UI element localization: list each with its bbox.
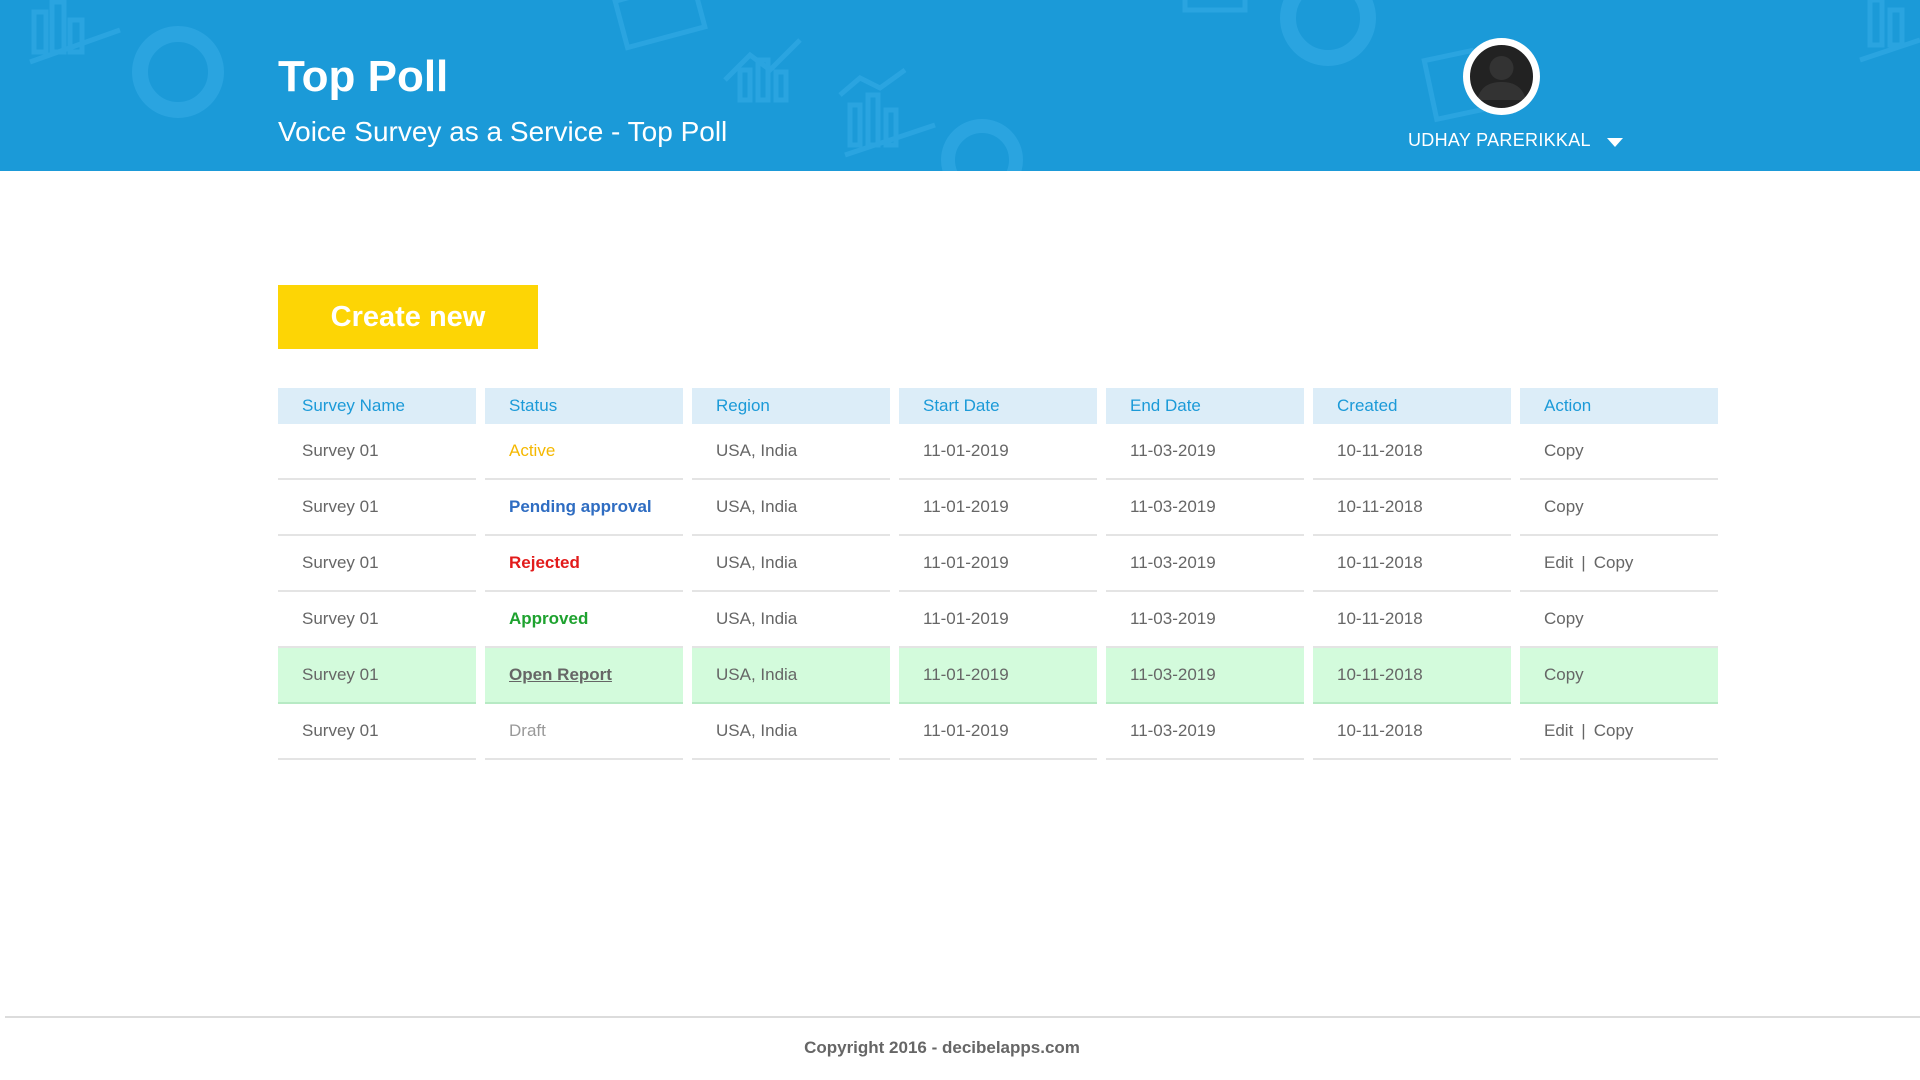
copy-link[interactable]: Copy [1594, 553, 1634, 572]
status-badge: Pending approval [509, 497, 652, 516]
end-date-cell: 11-03-2019 [1106, 648, 1304, 704]
column-header-region: Region [692, 388, 890, 424]
created-date-cell: 10-11-2018 [1313, 536, 1511, 592]
copy-link[interactable]: Copy [1594, 721, 1634, 740]
region-cell: USA, India [692, 536, 890, 592]
status-cell: Open Report [485, 648, 683, 704]
column-header-action: Action [1520, 388, 1718, 424]
action-cell: Copy [1520, 648, 1718, 704]
table-row: Survey 01 Active USA, India 11-01-2019 1… [278, 424, 1718, 480]
start-date-cell: 11-01-2019 [899, 536, 1097, 592]
table-row: Survey 01 Approved USA, India 11-01-2019… [278, 592, 1718, 648]
table-row: Survey 01 Draft USA, India 11-01-2019 11… [278, 704, 1718, 760]
status-badge: Approved [509, 609, 589, 628]
table-row-highlighted: Survey 01 Open Report USA, India 11-01-2… [278, 648, 1718, 704]
action-cell: Edit | Copy [1520, 536, 1718, 592]
survey-table: Survey Name Status Region Start Date End… [278, 388, 1718, 760]
table-row: Survey 01 Rejected USA, India 11-01-2019… [278, 536, 1718, 592]
app-header: Top Poll Voice Survey as a Service - Top… [0, 0, 1920, 171]
column-header-end-date: End Date [1106, 388, 1304, 424]
end-date-cell: 11-03-2019 [1106, 592, 1304, 648]
user-silhouette-icon [1467, 42, 1536, 111]
region-cell: USA, India [692, 704, 890, 760]
action-cell: Copy [1520, 424, 1718, 480]
region-cell: USA, India [692, 648, 890, 704]
app-title: Top Poll [278, 52, 449, 101]
status-badge: Active [509, 441, 556, 460]
avatar[interactable] [1463, 38, 1540, 115]
copy-link[interactable]: Copy [1544, 441, 1584, 460]
table-header: Survey Name Status Region Start Date End… [278, 388, 1718, 424]
survey-name-cell: Survey 01 [278, 480, 476, 536]
status-cell: Approved [485, 592, 683, 648]
action-cell: Copy [1520, 480, 1718, 536]
column-header-created: Created [1313, 388, 1511, 424]
column-header-start-date: Start Date [899, 388, 1097, 424]
end-date-cell: 11-03-2019 [1106, 704, 1304, 760]
edit-link[interactable]: Edit [1544, 721, 1573, 740]
end-date-cell: 11-03-2019 [1106, 480, 1304, 536]
end-date-cell: 11-03-2019 [1106, 424, 1304, 480]
user-name[interactable]: UDHAY PARERIKKAL [1408, 130, 1591, 151]
start-date-cell: 11-01-2019 [899, 480, 1097, 536]
copy-link[interactable]: Copy [1544, 665, 1584, 684]
action-separator: | [1581, 553, 1586, 572]
table-row: Survey 01 Pending approval USA, India 11… [278, 480, 1718, 536]
app-subtitle: Voice Survey as a Service - Top Poll [278, 116, 728, 147]
footer-copyright[interactable]: Copyright 2016 - decibelapps.com [0, 1038, 1884, 1058]
open-report-link[interactable]: Open Report [509, 665, 612, 684]
table-body: Survey 01 Active USA, India 11-01-2019 1… [278, 424, 1718, 760]
created-date-cell: 10-11-2018 [1313, 424, 1511, 480]
created-date-cell: 10-11-2018 [1313, 704, 1511, 760]
column-header-status: Status [485, 388, 683, 424]
create-new-button[interactable]: Create new [278, 285, 538, 349]
status-cell: Draft [485, 704, 683, 760]
survey-name-cell: Survey 01 [278, 648, 476, 704]
chevron-down-icon[interactable] [1607, 138, 1623, 147]
start-date-cell: 11-01-2019 [899, 592, 1097, 648]
copy-link[interactable]: Copy [1544, 609, 1584, 628]
action-cell: Copy [1520, 592, 1718, 648]
created-date-cell: 10-11-2018 [1313, 480, 1511, 536]
status-cell: Rejected [485, 536, 683, 592]
start-date-cell: 11-01-2019 [899, 648, 1097, 704]
footer-divider [5, 1016, 1920, 1018]
copy-link[interactable]: Copy [1544, 497, 1584, 516]
column-header-survey-name: Survey Name [278, 388, 476, 424]
status-badge: Draft [509, 721, 546, 740]
survey-name-cell: Survey 01 [278, 536, 476, 592]
created-date-cell: 10-11-2018 [1313, 592, 1511, 648]
end-date-cell: 11-03-2019 [1106, 536, 1304, 592]
action-cell: Edit | Copy [1520, 704, 1718, 760]
status-cell: Pending approval [485, 480, 683, 536]
survey-name-cell: Survey 01 [278, 592, 476, 648]
start-date-cell: 11-01-2019 [899, 704, 1097, 760]
survey-name-cell: Survey 01 [278, 424, 476, 480]
created-date-cell: 10-11-2018 [1313, 648, 1511, 704]
action-separator: | [1581, 721, 1586, 740]
status-badge: Rejected [509, 553, 580, 572]
status-cell: Active [485, 424, 683, 480]
region-cell: USA, India [692, 480, 890, 536]
region-cell: USA, India [692, 592, 890, 648]
start-date-cell: 11-01-2019 [899, 424, 1097, 480]
region-cell: USA, India [692, 424, 890, 480]
survey-name-cell: Survey 01 [278, 704, 476, 760]
user-menu[interactable]: UDHAY PARERIKKAL [1400, 36, 1640, 156]
table-header-row: Survey Name Status Region Start Date End… [278, 388, 1718, 424]
edit-link[interactable]: Edit [1544, 553, 1573, 572]
